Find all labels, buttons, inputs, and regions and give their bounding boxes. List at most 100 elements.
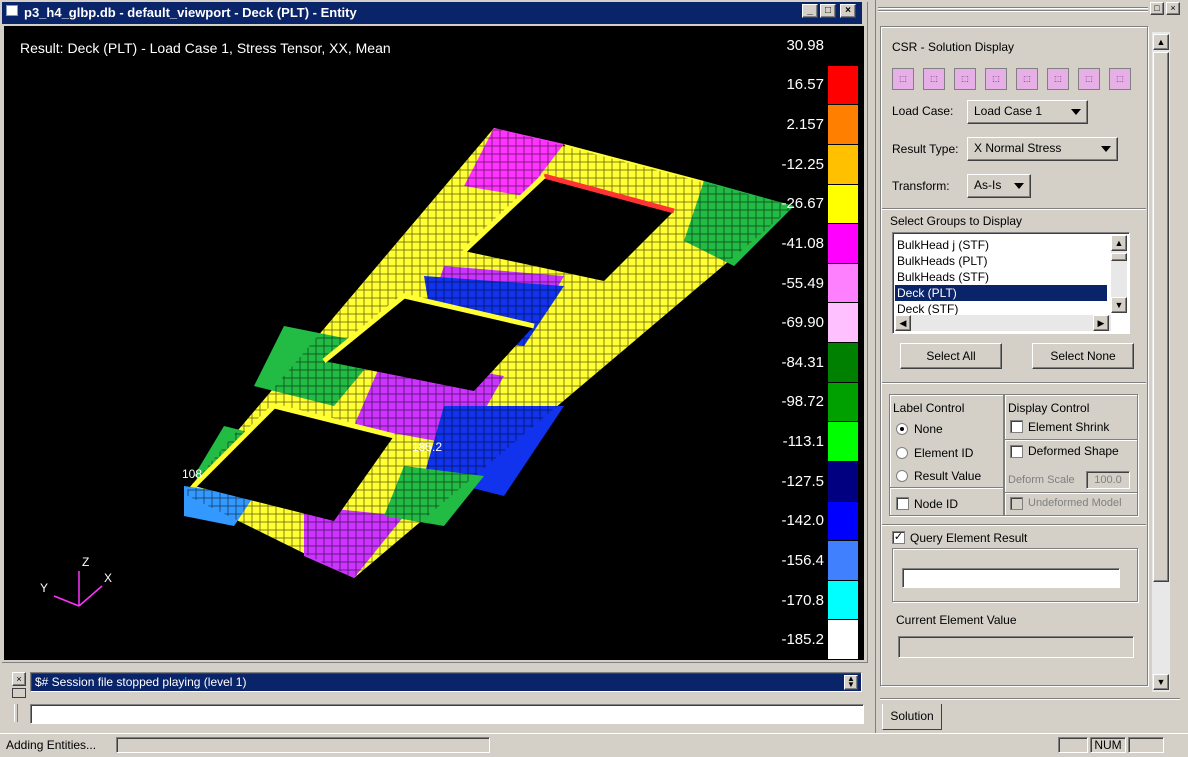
- history-line: $# Session file stopped playing (level 1…: [35, 675, 247, 689]
- fe-model-render[interactable]: 185.2 108 Z Y X: [4, 26, 864, 660]
- close-button[interactable]: ×: [840, 4, 856, 18]
- axis-x-label: X: [104, 571, 112, 585]
- query-element-result-text: Query Element Result: [910, 531, 1028, 545]
- viewport-title: p3_h4_glbp.db - default_viewport - Deck …: [24, 5, 357, 20]
- legend-swatch: [828, 382, 858, 422]
- scroll-left-button[interactable]: ◀: [895, 315, 911, 331]
- legend-swatch: [828, 461, 858, 501]
- element-shrink-checkbox[interactable]: [1010, 420, 1023, 433]
- viewport-canvas[interactable]: Result: Deck (PLT) - Load Case 1, Stress…: [4, 26, 864, 660]
- history-spin-button[interactable]: ▲ ▼: [844, 675, 858, 690]
- display-control-title: Display Control: [1008, 401, 1090, 415]
- view-iso1-icon[interactable]: ⬚: [1016, 68, 1038, 90]
- listbox-vscroll[interactable]: ▲ ▼: [1111, 235, 1127, 313]
- command-input[interactable]: [30, 704, 864, 724]
- result-type-dropdown[interactable]: X Normal Stress: [967, 137, 1118, 161]
- axis-triad: Z Y X: [40, 555, 112, 607]
- restore-icon[interactable]: [12, 688, 26, 698]
- panel-scroll-down-button[interactable]: ▼: [1153, 674, 1169, 690]
- command-area: × $# Session file stopped playing (level…: [0, 666, 870, 732]
- node-id-text: Node ID: [914, 497, 959, 511]
- min-annotation: 108: [182, 467, 202, 481]
- listbox-hscroll[interactable]: ◀ ▶: [895, 315, 1111, 331]
- undeformed-model-text: Undeformed Model: [1028, 497, 1122, 509]
- history-list[interactable]: $# Session file stopped playing (level 1…: [30, 672, 862, 692]
- restore-panel-button[interactable]: □: [1150, 2, 1164, 15]
- label-control-title: Label Control: [893, 401, 965, 415]
- groups-listbox[interactable]: BulkHead j (STF) BulkHeads (PLT) BulkHeads…: [892, 232, 1130, 334]
- panel-scroll-up-button[interactable]: ▲: [1153, 34, 1169, 50]
- axis-y-label: Y: [40, 581, 48, 595]
- tab-solution[interactable]: Solution: [882, 704, 942, 730]
- label-result-value-text: Result Value: [914, 469, 982, 483]
- minimize-button[interactable]: _: [802, 4, 818, 18]
- label-none-radio[interactable]: [896, 423, 908, 435]
- select-all-button[interactable]: Select All: [900, 343, 1002, 369]
- legend-swatch: [828, 184, 858, 224]
- legend-label: 2.157: [786, 116, 824, 134]
- query-element-result-checkbox[interactable]: ✓: [892, 531, 905, 544]
- viewport-title-bar[interactable]: p3_h4_glbp.db - default_viewport - Deck …: [2, 2, 862, 24]
- group-list-item[interactable]: Deck (PLT): [895, 285, 1107, 301]
- legend-swatch: [828, 303, 858, 342]
- legend-label: -69.90: [781, 314, 824, 332]
- view-zx-icon[interactable]: ⬚: [985, 68, 1007, 90]
- legend-swatch: [828, 144, 858, 184]
- status-cell: [1058, 737, 1088, 753]
- select-none-button[interactable]: Select None: [1032, 343, 1134, 369]
- legend-swatch: [828, 580, 858, 620]
- deformed-shape-checkbox[interactable]: [1010, 445, 1023, 458]
- scroll-right-button[interactable]: ▶: [1093, 315, 1109, 331]
- view-iso4-icon[interactable]: ⬚: [1109, 68, 1131, 90]
- legend-label: -98.72: [781, 393, 824, 411]
- result-type-label: Result Type:: [892, 142, 959, 156]
- group-list-item[interactable]: BulkHead j (STF): [895, 237, 1107, 253]
- legend-label: -142.0: [781, 512, 824, 530]
- legend-swatch: [828, 620, 858, 659]
- legend-swatch: [828, 26, 858, 65]
- current-element-value-label: Current Element Value: [896, 613, 1017, 627]
- view-x-icon[interactable]: ⬚: [892, 68, 914, 90]
- legend-swatch: [828, 541, 858, 580]
- maximize-button[interactable]: □: [820, 4, 836, 18]
- legend-label: -185.2: [781, 631, 824, 649]
- progress-bar: [116, 737, 490, 753]
- panel-vscroll[interactable]: ▲ ▼: [1152, 32, 1170, 692]
- scroll-down-button[interactable]: ▼: [1111, 297, 1127, 313]
- legend-label: 30.98: [786, 36, 824, 54]
- undeformed-model-checkbox[interactable]: [1010, 497, 1023, 510]
- panel-scroll-thumb[interactable]: [1153, 52, 1169, 582]
- legend-label: -156.4: [781, 551, 824, 569]
- close-panel-button[interactable]: ×: [1166, 2, 1180, 15]
- close-icon[interactable]: ×: [12, 672, 26, 686]
- group-list-item[interactable]: BulkHeads (PLT): [895, 253, 1107, 269]
- status-message: Adding Entities...: [6, 738, 97, 752]
- max-annotation: 185.2: [412, 440, 442, 454]
- legend-label: -170.8: [781, 591, 824, 609]
- view-iso3-icon[interactable]: ⬚: [1078, 68, 1100, 90]
- legend-swatch: [828, 343, 858, 382]
- view-iso2-icon[interactable]: ⬚: [1047, 68, 1069, 90]
- transform-label: Transform:: [892, 179, 950, 193]
- legend-label: 16.57: [786, 76, 824, 94]
- panel-top-bar: □ ×: [876, 0, 1188, 18]
- view-z-icon[interactable]: ⬚: [954, 68, 976, 90]
- query-element-input[interactable]: [902, 568, 1120, 588]
- legend-swatch: [828, 224, 858, 263]
- view-y-icon[interactable]: ⬚: [923, 68, 945, 90]
- scroll-up-button[interactable]: ▲: [1111, 235, 1127, 251]
- load-case-dropdown[interactable]: Load Case 1: [967, 100, 1088, 124]
- grip-handle[interactable]: [14, 704, 18, 722]
- node-id-checkbox[interactable]: [896, 497, 909, 510]
- label-element-id-radio[interactable]: [896, 447, 908, 459]
- scroll-thumb[interactable]: [1111, 253, 1127, 261]
- deform-scale-input[interactable]: 100.0: [1086, 471, 1130, 489]
- legend-swatch: [828, 65, 858, 105]
- current-element-value-field: [898, 636, 1134, 658]
- group-list-item[interactable]: BulkHeads (STF): [895, 269, 1107, 285]
- label-none-text: None: [914, 422, 943, 436]
- transform-dropdown[interactable]: As-Is: [967, 174, 1031, 198]
- label-result-value-radio[interactable]: [896, 470, 908, 482]
- view-toolbar: ⬚ ⬚ ⬚ ⬚ ⬚ ⬚ ⬚ ⬚: [892, 68, 1152, 92]
- legend-label: -41.08: [781, 234, 824, 252]
